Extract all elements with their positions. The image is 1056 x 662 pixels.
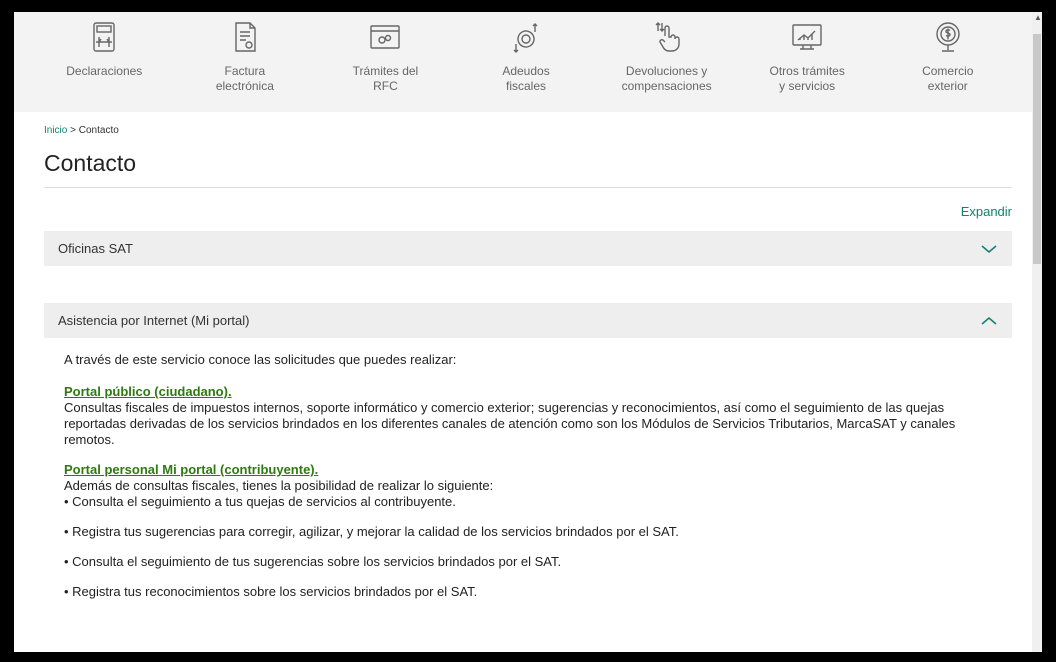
portal-personal-link[interactable]: Portal personal Mi portal (contribuyente… — [64, 462, 318, 478]
page-viewport: Declaraciones Factura electrónica Trámit… — [14, 12, 1038, 652]
refund-hand-icon — [650, 20, 684, 59]
page-title: Contacto — [44, 150, 1012, 188]
nav-item-devoluciones[interactable]: Devoluciones y compensaciones — [596, 12, 737, 112]
portal-publico-text: Consultas fiscales de impuestos internos… — [64, 400, 956, 447]
nav-item-adeudos[interactable]: Adeudos fiscales — [456, 12, 597, 112]
nav-label: Comercio exterior — [922, 64, 974, 93]
list-item: • Consulta el seguimiento a tus quejas d… — [64, 494, 456, 509]
list-item: • Registra tus sugerencias para corregir… — [64, 524, 679, 539]
accordion-title: Oficinas SAT — [58, 241, 133, 256]
accordion-body-asistencia: A través de este servicio conoce las sol… — [44, 338, 1012, 600]
globe-dollar-icon — [931, 20, 965, 59]
nav-item-factura[interactable]: Factura electrónica — [175, 12, 316, 112]
chevron-down-icon[interactable] — [980, 243, 998, 255]
nav-item-declaraciones[interactable]: Declaraciones — [34, 12, 175, 112]
scrollbar-thumb[interactable] — [1033, 34, 1041, 264]
nav-item-tramites-rfc[interactable]: Trámites del RFC — [315, 12, 456, 112]
nav-item-comercio-exterior[interactable]: Comercio exterior — [877, 12, 1018, 112]
intro-text: A través de este servicio conoce las sol… — [64, 352, 457, 367]
invoice-icon — [228, 20, 262, 59]
list-item: • Registra tus reconocimientos sobre los… — [64, 584, 478, 599]
main-content: Inicio > Contacto Contacto Expandir Ofic… — [14, 125, 1038, 600]
rfc-card-icon — [368, 20, 402, 59]
browser-frame: Declaraciones Factura electrónica Trámit… — [14, 12, 1042, 652]
nav-label: Otros trámites y servicios — [769, 64, 845, 93]
nav-item-otros-tramites[interactable]: Otros trámites y servicios — [737, 12, 878, 112]
list-item: • Consulta el seguimiento de tus sugeren… — [64, 554, 562, 569]
breadcrumb-separator: > — [67, 125, 79, 136]
accordion-header-oficinas-sat[interactable]: Oficinas SAT — [44, 231, 1012, 266]
nav-label: Adeudos fiscales — [502, 64, 550, 93]
top-nav: Declaraciones Factura electrónica Trámit… — [14, 12, 1038, 112]
nav-label: Declaraciones — [66, 64, 143, 78]
calculator-icon — [87, 20, 121, 59]
accordion-header-asistencia-internet[interactable]: Asistencia por Internet (Mi portal) — [44, 303, 1012, 338]
portal-publico-link[interactable]: Portal público (ciudadano). — [64, 384, 232, 400]
breadcrumb-current: Contacto — [78, 125, 119, 136]
portal-personal-text: Además de consultas fiscales, tienes la … — [64, 478, 494, 493]
vertical-scrollbar[interactable]: ▲ — [1032, 12, 1042, 652]
monitor-chart-icon — [790, 20, 824, 59]
breadcrumb-home-link[interactable]: Inicio — [44, 125, 67, 136]
scroll-up-arrow-icon[interactable]: ▲ — [1034, 14, 1042, 22]
nav-label: Trámites del RFC — [352, 64, 419, 93]
nav-label: Devoluciones y compensaciones — [621, 64, 712, 93]
nav-label: Factura electrónica — [215, 64, 274, 93]
breadcrumb: Inicio > Contacto — [44, 125, 1012, 136]
debt-coins-icon — [509, 20, 543, 59]
expand-all-link[interactable]: Expandir — [44, 204, 1012, 219]
chevron-up-icon[interactable] — [980, 315, 998, 327]
accordion-title: Asistencia por Internet (Mi portal) — [58, 313, 250, 328]
